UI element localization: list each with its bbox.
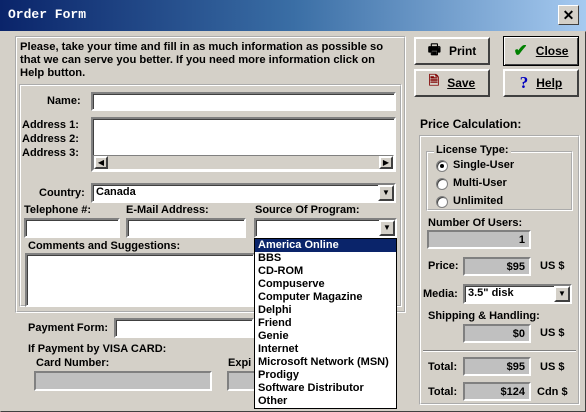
country-select[interactable]: Canada ▼ [91, 183, 396, 203]
comments-label: Comments and Suggestions: [28, 240, 181, 252]
print-button[interactable]: 🖶 Print [414, 37, 490, 65]
source-label: Source Of Program: [255, 204, 360, 216]
close-button[interactable]: ✔ Close [503, 36, 579, 66]
total-us-unit: US $ [540, 361, 565, 373]
chevron-down-icon[interactable]: ▼ [379, 220, 395, 236]
chevron-down-icon[interactable]: ▼ [554, 286, 570, 302]
source-option[interactable]: Software Distributor [255, 382, 396, 395]
price-heading: Price Calculation: [420, 117, 522, 131]
address2-label: Address 2: [22, 133, 79, 145]
title-bar[interactable] [0, 0, 586, 31]
price-unit: US $ [540, 260, 565, 272]
shipping-unit: US $ [540, 327, 565, 339]
source-option[interactable]: BBS [255, 252, 396, 265]
total-cdn-unit: Cdn $ [537, 386, 568, 398]
expiry-label: Expi [228, 357, 252, 369]
help-button[interactable]: ? Help [503, 69, 579, 97]
total-cdn-label: Total: [428, 386, 458, 398]
scroll-left-icon[interactable]: ◀ [94, 156, 108, 169]
media-value: 3.5" disk [468, 287, 514, 299]
users-field[interactable]: 1 [427, 230, 531, 249]
question-icon: ? [519, 73, 529, 92]
price-field: $95 [463, 257, 531, 276]
save-icon: 🗎 [428, 73, 440, 88]
comments-textarea[interactable] [25, 253, 255, 307]
unlimited-label: Unlimited [453, 195, 504, 207]
telephone-label: Telephone #: [24, 204, 92, 216]
window-close-button[interactable]: ✕ [558, 5, 579, 25]
intro-text: Please, take your time and fill in as mu… [20, 41, 384, 79]
total-cdn-field: $124 [463, 382, 531, 401]
address3-label: Address 3: [22, 147, 79, 159]
multi-user-label: Multi-User [453, 177, 507, 189]
visa-label: If Payment by VISA CARD: [28, 343, 167, 355]
source-option[interactable]: Genie [255, 330, 396, 343]
printer-icon: 🖶 [427, 41, 441, 57]
radio-single-user[interactable] [436, 160, 448, 172]
source-option[interactable]: Other [255, 395, 396, 408]
license-label: License Type: [434, 144, 511, 156]
address1-label: Address 1: [22, 119, 79, 131]
source-option[interactable]: Compuserve [255, 278, 396, 291]
expiry-field[interactable] [227, 371, 257, 391]
telephone-field[interactable] [24, 218, 120, 238]
price-label: Price: [428, 260, 459, 272]
window-title: Order Form [8, 7, 87, 22]
source-option[interactable]: Friend [255, 317, 396, 330]
source-select[interactable]: ▼ [254, 218, 397, 238]
source-option[interactable]: Microsoft Network (MSN) [255, 356, 396, 369]
total-us-field: $95 [463, 357, 531, 376]
name-field[interactable] [91, 92, 396, 111]
email-label: E-Mail Address: [126, 204, 209, 216]
source-option[interactable]: America Online [255, 239, 396, 252]
total-us-label: Total: [428, 361, 458, 373]
source-option[interactable]: Internet [255, 343, 396, 356]
source-option[interactable]: CD-ROM [255, 265, 396, 278]
media-label: Media: [423, 288, 458, 300]
media-select[interactable]: 3.5" disk ▼ [463, 284, 572, 304]
checkmark-icon: ✔ [513, 41, 528, 60]
single-user-label: Single-User [453, 159, 515, 171]
scroll-right-icon[interactable]: ▶ [379, 156, 393, 169]
close-icon: ✕ [562, 7, 575, 23]
country-label: Country: [39, 187, 85, 199]
price-divider [423, 350, 576, 352]
payment-select[interactable] [114, 318, 254, 338]
card-number-label: Card Number: [36, 357, 110, 369]
users-label: Number Of Users: [428, 217, 523, 229]
card-number-field[interactable] [34, 371, 212, 391]
shipping-label: Shipping & Handling: [428, 310, 540, 322]
source-option[interactable]: Computer Magazine [255, 291, 396, 304]
radio-unlimited[interactable] [436, 196, 448, 208]
name-label: Name: [47, 95, 81, 107]
radio-multi-user[interactable] [436, 178, 448, 190]
save-button[interactable]: 🗎 Save [414, 69, 490, 97]
shipping-field: $0 [463, 324, 531, 343]
source-option[interactable]: Delphi [255, 304, 396, 317]
email-field[interactable] [126, 218, 246, 238]
chevron-down-icon[interactable]: ▼ [378, 185, 394, 201]
source-option[interactable]: Prodigy [255, 369, 396, 382]
payment-label: Payment Form: [28, 322, 109, 334]
address-hscrollbar[interactable]: ◀ ▶ [93, 155, 394, 170]
source-dropdown-list[interactable]: America Online BBS CD-ROM Compuserve Compute… [254, 238, 397, 409]
country-value: Canada [96, 186, 136, 198]
